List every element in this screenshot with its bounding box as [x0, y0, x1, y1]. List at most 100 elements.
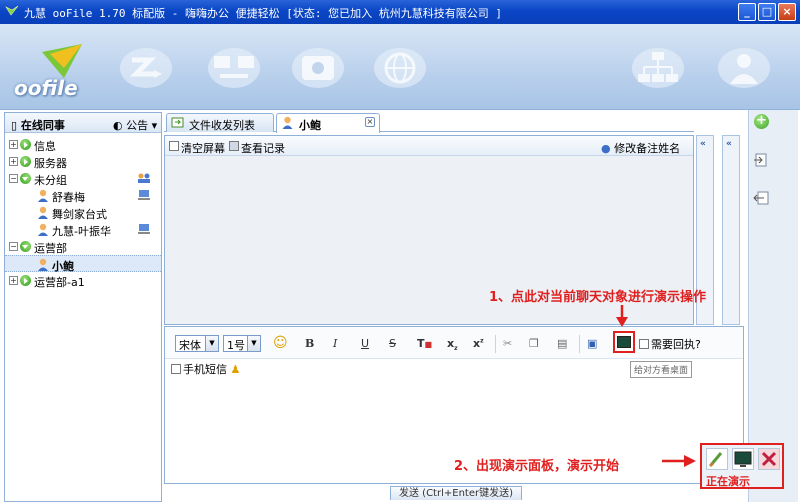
clear-screen-button[interactable]: 清空屏幕 [181, 140, 225, 156]
edit-remark-button[interactable]: ● 修改备注姓名 [601, 140, 680, 156]
building-icon: ▯ [11, 119, 18, 132]
copy-icon[interactable]: ❐ [529, 337, 539, 350]
minimize-button[interactable]: _ [738, 3, 756, 21]
annotation-step1: 1、点此对当前聊天对象进行演示操作 [489, 290, 707, 305]
format-toolbar: 宋体 ▼ 1号 ▼ ☺ B I U S T■ xz xz ✂ ❐ ▤ ▣ 需要回… [165, 327, 743, 359]
history-icon [229, 141, 239, 151]
tab-chat-xiaobao[interactable]: 小鲍 × [276, 113, 380, 133]
collapse-sidebar-button[interactable]: « [722, 135, 740, 325]
emoji-icon[interactable]: ☺ [273, 335, 288, 351]
user-icon [38, 258, 48, 271]
arrow-down-icon [616, 305, 628, 327]
tab-file-list[interactable]: 文件收发列表 [166, 113, 274, 132]
paste-icon[interactable]: ▤ [557, 337, 567, 350]
computer-icon [138, 190, 150, 200]
group-members-icon [138, 173, 150, 183]
close-icon [761, 451, 777, 467]
underline-button[interactable]: U [361, 337, 369, 350]
screen-icon [617, 336, 631, 348]
cut-icon[interactable]: ✂ [503, 337, 512, 350]
tree-group-info[interactable]: + 信息 [5, 136, 161, 153]
arrow-right-icon [662, 455, 696, 467]
user-icon [38, 206, 48, 219]
group-icon [20, 241, 31, 252]
org-chart-icon[interactable] [630, 46, 686, 90]
bold-button[interactable]: B [305, 337, 314, 350]
expand-icon[interactable]: + [9, 140, 18, 149]
collapse-icon[interactable]: − [9, 174, 18, 183]
checkbox-icon [639, 339, 649, 349]
close-button[interactable]: × [778, 3, 796, 21]
tree-group-ungrouped[interactable]: − 未分组 [5, 170, 161, 187]
person-icon: ♟ [230, 363, 241, 376]
annotation-step2: 2、出现演示面板，演示开始 [454, 459, 620, 474]
notice-button[interactable]: ◐ 公告 ▾ [113, 117, 157, 133]
close-tab-icon[interactable]: × [365, 117, 375, 127]
send-button[interactable]: 发送 (Ctrl+Enter键发送) [390, 486, 522, 500]
clear-icon [169, 141, 179, 151]
subscript-button[interactable]: xz [447, 337, 458, 352]
strikethrough-button[interactable]: S [389, 337, 396, 350]
app-logo-icon [5, 5, 19, 16]
screen-icon [734, 451, 752, 467]
dropdown-arrow-icon: ▼ [247, 336, 260, 351]
add-icon[interactable]: + [754, 114, 769, 129]
demo-panel: 正在演示 [700, 443, 784, 489]
logo-text: oofile [14, 76, 78, 100]
group-icon [20, 173, 31, 184]
font-select[interactable]: 宋体 ▼ [175, 335, 219, 352]
file-transfer-icon [171, 117, 184, 128]
swap-icon[interactable] [752, 190, 770, 206]
user-icon [38, 189, 48, 202]
online-colleagues-label[interactable]: ▯ 在线同事 [11, 117, 65, 133]
disk-icon[interactable] [290, 46, 346, 90]
screen-share-button[interactable] [732, 448, 754, 470]
pen-button[interactable] [706, 448, 728, 470]
title-bar: 九慧 ooFile 1.70 标配版 - 嗨嗨办公 便捷轻松 [状态: 您已加入… [0, 0, 800, 24]
tree-member-xiaobao[interactable]: 小鲍 [5, 255, 161, 273]
maximize-button[interactable]: □ [758, 3, 776, 21]
dropdown-arrow-icon: ▼ [205, 336, 218, 351]
globe-icon[interactable] [372, 46, 428, 90]
screenshot-icon[interactable]: ▣ [587, 337, 597, 350]
user-icon[interactable] [716, 46, 772, 90]
separator [495, 335, 496, 353]
demo-tooltip: 给对方看桌面 [630, 361, 693, 378]
stop-demo-button[interactable] [758, 448, 780, 470]
user-icon [282, 116, 293, 129]
group-icon [20, 156, 31, 167]
tab-bar: 文件收发列表 小鲍 × [164, 112, 694, 133]
user-icon [38, 223, 48, 236]
brush-icon [708, 452, 723, 468]
tree-group-operations[interactable]: − 运营部 [5, 238, 161, 255]
tree-member-yezhenhua[interactable]: 九慧-叶振华 [5, 221, 161, 238]
collapse-icon[interactable]: − [9, 242, 18, 251]
desktop-demo-button[interactable] [613, 331, 635, 353]
tree-group-server[interactable]: + 服务器 [5, 153, 161, 170]
message-icon[interactable] [118, 46, 174, 90]
group-icon [20, 139, 31, 150]
font-size-select[interactable]: 1号 ▼ [223, 335, 261, 352]
chat-toolbar: 清空屏幕 查看记录 ● 修改备注姓名 [165, 136, 693, 156]
network-icon[interactable] [206, 46, 262, 90]
sms-checkbox[interactable]: 手机短信 ♟ [171, 361, 240, 377]
contacts-panel: ▯ 在线同事 ◐ 公告 ▾ + 信息 + 服务器 − 未分组 舒春梅 舞剑家台式… [4, 112, 162, 502]
view-history-button[interactable]: 查看记录 [241, 140, 285, 156]
need-reply-checkbox[interactable]: 需要回执? [639, 336, 701, 352]
expand-icon[interactable]: + [9, 157, 18, 166]
expand-icon[interactable]: + [9, 276, 18, 285]
computer-icon [138, 224, 150, 234]
window-title: 九慧 ooFile 1.70 标配版 - 嗨嗨办公 便捷轻松 [状态: 您已加入… [24, 7, 502, 20]
contacts-header: ▯ 在线同事 ◐ 公告 ▾ [5, 113, 161, 133]
tree-group-operations-a1[interactable]: + 运营部-a1 [5, 272, 161, 289]
checkbox-icon [171, 364, 181, 374]
superscript-button[interactable]: xz [473, 337, 484, 350]
group-icon [20, 275, 31, 286]
tree-member-wujianjia[interactable]: 舞剑家台式 [5, 204, 161, 221]
italic-button[interactable]: I [333, 337, 337, 350]
toolbar-banner: oofile [0, 24, 800, 110]
text-color-icon[interactable]: T■ [417, 337, 432, 350]
tree-member-shuchunmei[interactable]: 舒春梅 [5, 187, 161, 204]
speaker-icon: ◐ [113, 119, 123, 132]
transfer-icon[interactable] [752, 152, 770, 168]
